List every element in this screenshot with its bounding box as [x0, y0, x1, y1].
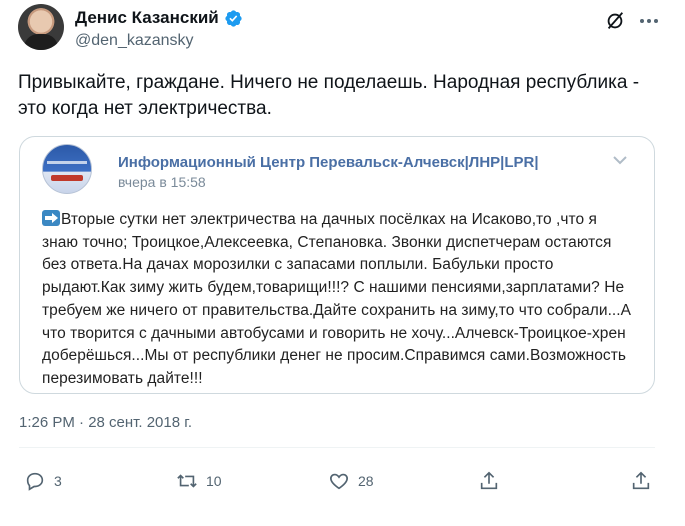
reply-icon: [26, 472, 44, 491]
quoted-post-avatar: [42, 144, 92, 194]
share-button[interactable]: [478, 470, 500, 492]
bookmark-button[interactable]: [630, 470, 652, 492]
quoted-post-title[interactable]: Информационный Центр Перевальск-Алчевск|…: [118, 154, 539, 171]
author-display-name[interactable]: Денис Казанский: [75, 8, 219, 28]
retweet-icon: [177, 474, 197, 488]
right-arrow-emoji-icon: [42, 210, 60, 226]
retweet-count: 10: [206, 473, 222, 489]
quoted-post-body: Вторые сутки нет электричества на дачных…: [42, 209, 634, 391]
quoted-post-time: вчера в 15:58: [118, 174, 206, 190]
avatar-figure: [24, 34, 58, 50]
tweet-text: Привыкайте, граждане. Ничего не поделаеш…: [18, 72, 640, 119]
share-icon: [480, 471, 498, 490]
action-bar: 3 10 28: [0, 470, 685, 498]
reply-count: 3: [54, 473, 62, 489]
share-arrow-icon: [632, 471, 650, 490]
retweet-button[interactable]: 10: [176, 470, 222, 492]
author-avatar[interactable]: [18, 4, 64, 50]
like-count: 28: [358, 473, 374, 489]
quoted-post-text: Вторые сутки нет электричества на дачных…: [42, 211, 632, 387]
reply-button[interactable]: 3: [24, 470, 62, 492]
author-handle[interactable]: @den_kazansky: [75, 32, 194, 50]
heart-icon: [330, 473, 348, 490]
verified-badge-icon: [225, 9, 242, 27]
author-name-row: Денис Казанский: [75, 8, 243, 28]
quoted-post-card[interactable]: Информационный Центр Перевальск-Алчевск|…: [19, 136, 655, 394]
more-options-button[interactable]: [640, 16, 662, 26]
tweet-timestamp[interactable]: 1:26 PM · 28 сент. 2018 г.: [19, 414, 192, 431]
divider: [19, 447, 655, 448]
like-button[interactable]: 28: [328, 470, 374, 492]
grok-icon[interactable]: [604, 10, 626, 32]
chevron-down-icon[interactable]: [612, 155, 628, 165]
